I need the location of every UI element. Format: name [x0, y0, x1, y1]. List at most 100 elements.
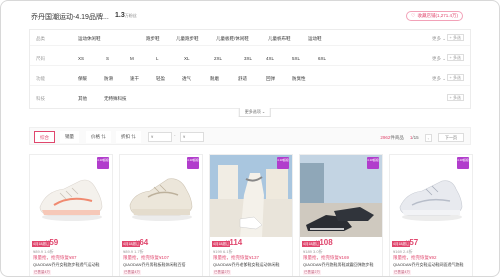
filter-option[interactable]: 透气: [182, 76, 191, 82]
product-image[interactable]: 4.18超级: [390, 155, 472, 237]
filter-multi-button[interactable]: + 多选: [446, 34, 464, 41]
filter-row-function: 功能 保暖 防滑 速干 轻盈 透气 耐磨 舒适 回弹 防臭性 更多 ⌄ + 多选: [30, 70, 470, 86]
promo-text: 限量抢，抢完恢复¥92: [393, 255, 437, 260]
promo-badge: 4.18超级: [457, 157, 469, 169]
filter-row-category: 品类 运动休闲鞋 跑步鞋 儿童跑步鞋 儿童板鞋/休闲鞋 儿童帆布鞋 运动鞋 更多…: [30, 30, 470, 46]
price-value: 57: [409, 238, 419, 247]
sold-count: 已售量4万: [33, 270, 51, 275]
filter-option[interactable]: 4XL: [266, 56, 274, 61]
promo-text: 限量抢，抢完恢复¥169: [303, 255, 350, 260]
sold-count: 已售量2万: [213, 270, 231, 275]
product-title[interactable]: QIAODAN乔丹女鞋跑步鞋透气运动鞋: [33, 262, 111, 268]
filter-label: 科技: [36, 96, 45, 101]
filter-option[interactable]: XL: [184, 56, 190, 61]
filter-option[interactable]: 跑步鞋: [146, 36, 160, 42]
filter-option[interactable]: 轻盈: [156, 76, 165, 82]
product-image[interactable]: 4.18超级: [210, 155, 292, 237]
filter-multi-button[interactable]: + 多选: [446, 54, 464, 61]
promo-badge: 4.18超级: [97, 157, 109, 169]
sort-tab-discount[interactable]: 折扣 ⇅: [116, 131, 141, 143]
filter-option[interactable]: 5XL: [292, 56, 300, 61]
product-image[interactable]: 4.18超级: [30, 155, 112, 237]
filter-option[interactable]: 2XL: [214, 56, 222, 61]
product-card[interactable]: 4.18超级 4月18超级 ¥64 ¥89.9 1.7折 限量抢，抢完恢复¥10…: [119, 154, 203, 276]
shop-name[interactable]: 乔丹国潮运动-4.19品牌...: [31, 12, 109, 22]
filter-option[interactable]: 速干: [130, 76, 139, 82]
product-title[interactable]: QIAODAN乔丹跑鞋男鞋减震回弹跑步鞋: [303, 262, 381, 268]
result-count-unit: 件商品: [390, 134, 404, 140]
product-title[interactable]: QIAODAN乔丹女鞋运动鞋网面透气跑鞋: [393, 262, 471, 268]
product-card[interactable]: 4.18超级 4月18超级 ¥108 ¥189 3.0折 限量抢，抢完恢复¥16…: [299, 154, 383, 276]
fans-unit: 万粉丝: [124, 13, 137, 18]
promo-text: 限量抢，抢完恢复¥107: [123, 255, 170, 260]
filter-row-tech: 科技 其他 无特殊科技 + 多选: [30, 90, 470, 106]
product-image[interactable]: 4.18超级: [120, 155, 202, 237]
price-max-input[interactable]: ¥: [180, 132, 204, 142]
filter-option[interactable]: 无特殊科技: [104, 96, 127, 102]
price-value: 114: [229, 238, 243, 247]
shop-fans: 1.3万粉丝: [115, 12, 137, 19]
filter-label: 尺码: [36, 56, 45, 61]
total-pages: /15: [412, 135, 419, 140]
sort-tab-sales[interactable]: 销量: [60, 131, 79, 143]
price-min-input[interactable]: ¥: [148, 132, 172, 142]
filter-option[interactable]: 儿童帆布鞋: [268, 36, 291, 42]
product-card[interactable]: 4.18超级 4月18超级 ¥57 ¥169 2.4折 限量抢，抢完恢复¥92 …: [389, 154, 473, 276]
product-grid: 4.18超级 4月18超级 ¥59 ¥89.9 1.6折 限量抢，抢完恢复¥87…: [29, 154, 473, 276]
filter-more-button[interactable]: 更多 ⌄: [432, 76, 446, 82]
filter-label: 品类: [36, 36, 45, 41]
filter-option[interactable]: 耐磨: [210, 76, 219, 82]
filter-multi-button[interactable]: + 多选: [446, 74, 464, 81]
filter-option[interactable]: 儿童板鞋/休闲鞋: [216, 36, 249, 42]
filter-option[interactable]: 回弹: [266, 76, 275, 82]
product-title[interactable]: QIAODAN乔丹老爹鞋女鞋运动休闲鞋: [213, 262, 291, 268]
filter-option[interactable]: 保暖: [78, 76, 87, 82]
product-image[interactable]: 4.18超级: [300, 155, 382, 237]
promo-badge: 4.18超级: [367, 157, 379, 169]
filter-option[interactable]: 儿童跑步鞋: [176, 36, 199, 42]
result-count: 2962件商品: [380, 135, 404, 141]
next-page-button[interactable]: 下一页: [438, 133, 464, 142]
price-value: 59: [49, 238, 59, 247]
sort-bar: 综合 销量 价格 ⇅ 折扣 ⇅ ¥ - ¥ 2962件商品 1/15 ‹ 下一页: [29, 127, 471, 145]
shop-header: 乔丹国潮运动-4.19品牌... 1.3万粉丝 ♡ 收藏店铺(1,271.4万): [29, 7, 471, 27]
sort-tab-price[interactable]: 价格 ⇅: [86, 131, 111, 143]
price-value: 108: [319, 238, 333, 247]
product-price: ¥59: [46, 238, 58, 247]
sold-count: 已售量2万: [303, 270, 321, 275]
more-options-button[interactable]: 更多选项 ⌄: [238, 108, 272, 117]
sold-count: 已售量4万: [123, 270, 141, 275]
filter-more-button[interactable]: 更多 ⌄: [432, 56, 446, 62]
filter-option[interactable]: L: [156, 56, 159, 61]
product-card[interactable]: 4.18超级 4月18超级 ¥59 ¥89.9 1.6折 限量抢，抢完恢复¥87…: [29, 154, 113, 276]
pagination: 2962件商品 1/15 ‹ 下一页: [380, 133, 464, 142]
sort-tab-overall[interactable]: 综合: [34, 131, 55, 143]
filter-option[interactable]: 防滑: [104, 76, 113, 82]
favorite-label: 收藏店铺(1,271.4万): [417, 13, 458, 18]
store-window: 乔丹国潮运动-4.19品牌... 1.3万粉丝 ♡ 收藏店铺(1,271.4万) …: [0, 0, 500, 277]
product-card[interactable]: 4.18超级 4月18超级 ¥114 ¥199 6.1折 限量抢，抢完恢复¥13…: [209, 154, 293, 276]
promo-text: 限量抢，抢完恢复¥137: [213, 255, 260, 260]
product-price: ¥57: [406, 238, 418, 247]
result-count-number: 2962: [380, 134, 391, 140]
filter-option[interactable]: 运动鞋: [308, 36, 322, 42]
filter-option[interactable]: 防臭性: [292, 76, 306, 82]
filter-option[interactable]: 其他: [78, 96, 87, 102]
filter-panel: 品类 运动休闲鞋 跑步鞋 儿童跑步鞋 儿童板鞋/休闲鞋 儿童帆布鞋 运动鞋 更多…: [29, 29, 471, 109]
filter-option[interactable]: M: [130, 56, 134, 61]
filter-multi-button[interactable]: + 多选: [446, 94, 464, 101]
price-dash: -: [174, 133, 176, 138]
heart-icon: ♡: [411, 13, 416, 19]
favorite-shop-button[interactable]: ♡ 收藏店铺(1,271.4万): [406, 11, 463, 21]
fans-value: 1.3: [115, 12, 125, 19]
filter-more-button[interactable]: 更多 ⌄: [432, 36, 446, 42]
product-title[interactable]: QIAODAN乔丹男鞋板鞋休闲鞋百搭: [123, 262, 201, 268]
promo-text: 限量抢，抢完恢复¥87: [33, 255, 77, 260]
filter-option[interactable]: 6XL: [318, 56, 326, 61]
filter-option[interactable]: S: [106, 56, 109, 61]
filter-option[interactable]: 3XL: [244, 56, 252, 61]
filter-option[interactable]: XS: [78, 56, 84, 61]
prev-page-button[interactable]: ‹: [424, 133, 432, 142]
filter-option[interactable]: 运动休闲鞋: [78, 36, 101, 42]
filter-option[interactable]: 舒适: [238, 76, 247, 82]
